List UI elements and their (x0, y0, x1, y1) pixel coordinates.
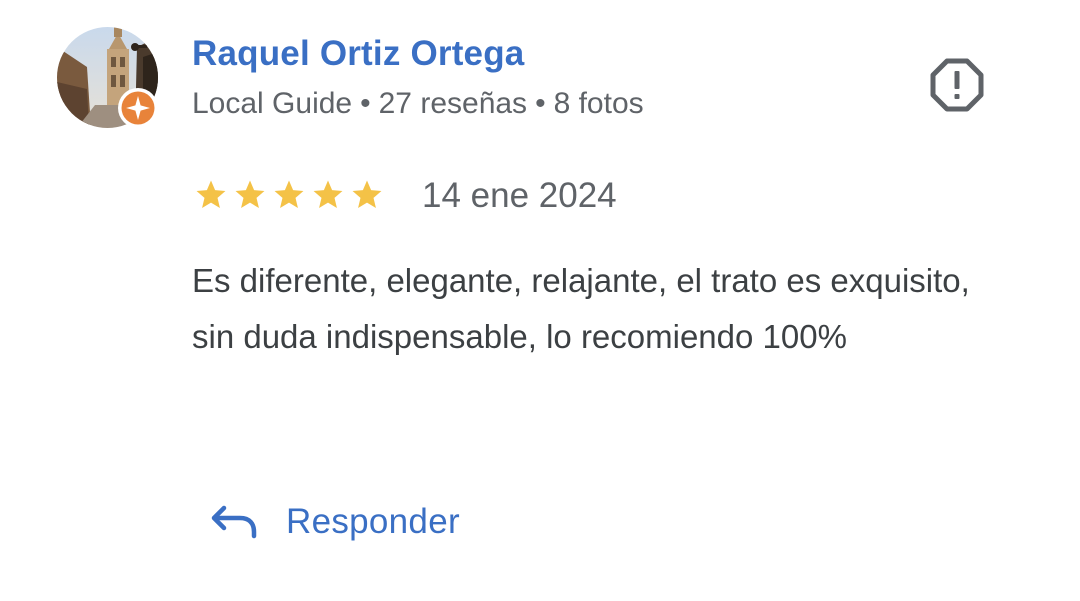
review-date: 14 ene 2024 (422, 176, 617, 215)
reply-label: Responder (286, 502, 460, 541)
star-icon (352, 180, 382, 209)
report-flag-icon (930, 58, 984, 112)
star-icon (274, 180, 304, 209)
star-icon (313, 180, 343, 209)
report-button[interactable] (928, 56, 986, 114)
reviewer-meta: Local Guide • 27 reseñas • 8 fotos (192, 82, 644, 126)
review-text: Es diferente, elegante, relajante, el tr… (192, 262, 970, 355)
photo-count: 8 fotos (553, 87, 644, 120)
star-rating (194, 178, 384, 214)
local-guide-badge-icon (117, 87, 159, 129)
reviewer-name[interactable]: Raquel Ortiz Ortega (192, 30, 524, 78)
local-guide-label: Local Guide (192, 87, 353, 120)
star-icon (196, 180, 226, 209)
meta-separator: • (360, 87, 371, 120)
star-icon (235, 180, 265, 209)
reviewer-avatar[interactable] (57, 27, 158, 128)
meta-separator: • (535, 87, 546, 120)
review-count: 27 reseñas (378, 87, 528, 120)
reply-button[interactable]: Responder (210, 490, 460, 554)
reply-arrow-icon (211, 505, 257, 539)
